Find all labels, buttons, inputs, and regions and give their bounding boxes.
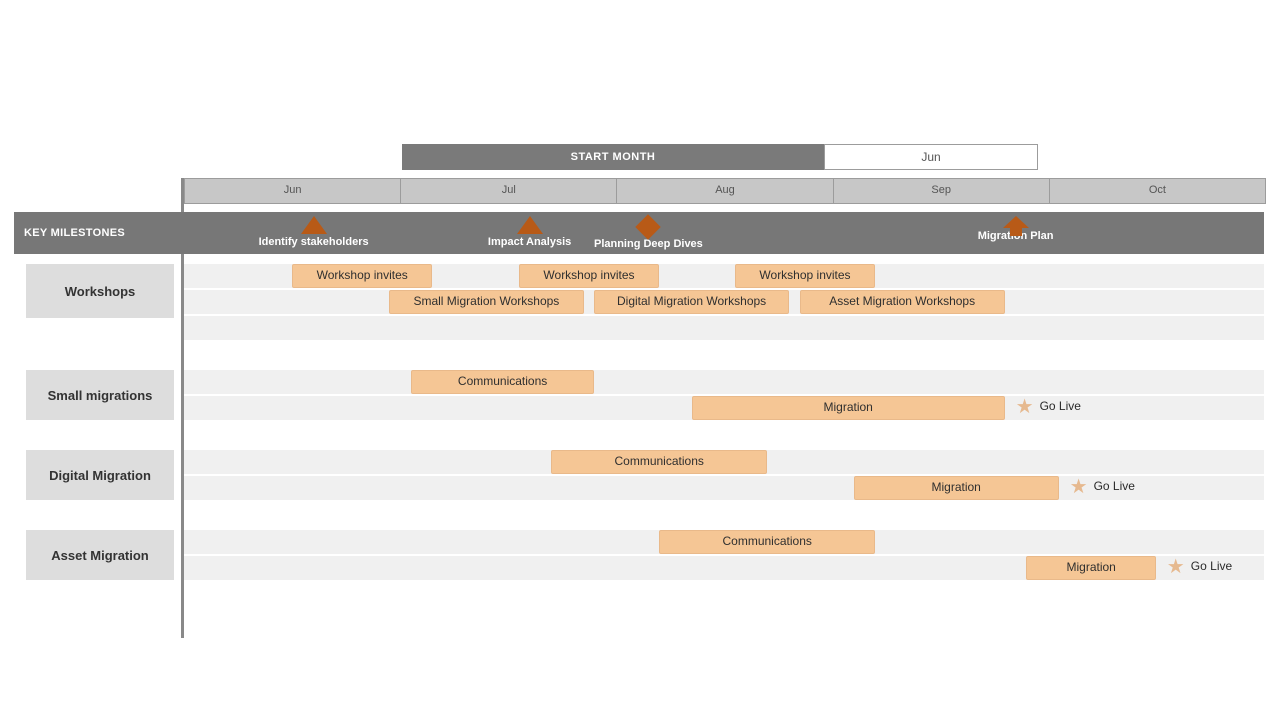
- start-month-selector: START MONTH Jun: [402, 144, 1036, 170]
- go-live-label: Go Live: [1040, 399, 1081, 413]
- group-label: Digital Migration: [26, 450, 174, 500]
- group-label: Small migrations: [26, 370, 174, 420]
- task-bar[interactable]: Workshop invites: [735, 264, 875, 288]
- lane: Small Migration Workshops Digital Migrati…: [184, 290, 1264, 314]
- task-bar[interactable]: Digital Migration Workshops: [594, 290, 788, 314]
- milestone: Planning Deep Dives: [568, 216, 728, 250]
- milestones-label: KEY MILESTONES: [24, 212, 174, 254]
- go-live-label: Go Live: [1094, 479, 1135, 493]
- triangle-icon: [517, 216, 543, 234]
- task-bar[interactable]: Communications: [659, 530, 875, 554]
- group-label: Workshops: [26, 264, 174, 318]
- lane: Communications: [184, 450, 1264, 474]
- group-label: Asset Migration: [26, 530, 174, 580]
- triangle-icon: [301, 216, 327, 234]
- lane: Communications: [184, 530, 1264, 554]
- milestone: Migration Plan: [936, 216, 1096, 242]
- lane: Migration ★ Go Live: [184, 396, 1264, 420]
- month-cell: Aug: [616, 179, 832, 203]
- start-month-value[interactable]: Jun: [824, 144, 1038, 170]
- month-cell: Jun: [185, 179, 400, 203]
- arrow-up-icon: [1003, 216, 1029, 228]
- milestone: Identify stakeholders: [234, 216, 394, 248]
- task-bar[interactable]: Migration: [854, 476, 1059, 500]
- milestones-bar: KEY MILESTONES Identify stakeholdersImpa…: [14, 212, 1264, 254]
- lane: Migration ★ Go Live: [184, 476, 1264, 500]
- month-cell: Jul: [400, 179, 616, 203]
- month-cell: Oct: [1049, 179, 1265, 203]
- milestone-label: Identify stakeholders: [234, 236, 394, 248]
- star-icon: ★: [1167, 557, 1187, 577]
- diamond-icon: [636, 214, 661, 239]
- month-header-row: JunJulAugSepOct: [184, 178, 1266, 204]
- go-live-label: Go Live: [1191, 559, 1232, 573]
- task-bar[interactable]: Asset Migration Workshops: [800, 290, 1005, 314]
- task-bar[interactable]: Communications: [551, 450, 767, 474]
- lane: [184, 316, 1264, 340]
- task-bar[interactable]: Workshop invites: [519, 264, 659, 288]
- milestone-label: Planning Deep Dives: [568, 238, 728, 250]
- task-bar[interactable]: Migration: [692, 396, 1005, 420]
- task-bar[interactable]: Workshop invites: [292, 264, 432, 288]
- star-icon: ★: [1070, 477, 1090, 497]
- task-bar[interactable]: Migration: [1026, 556, 1156, 580]
- lane: Migration ★ Go Live: [184, 556, 1264, 580]
- month-cell: Sep: [833, 179, 1049, 203]
- lane: Workshop invites Workshop invites Workshop…: [184, 264, 1264, 288]
- task-bar[interactable]: Communications: [411, 370, 595, 394]
- task-bar[interactable]: Small Migration Workshops: [389, 290, 583, 314]
- start-month-label: START MONTH: [402, 144, 824, 170]
- star-icon: ★: [1016, 397, 1036, 417]
- lane: Communications: [184, 370, 1264, 394]
